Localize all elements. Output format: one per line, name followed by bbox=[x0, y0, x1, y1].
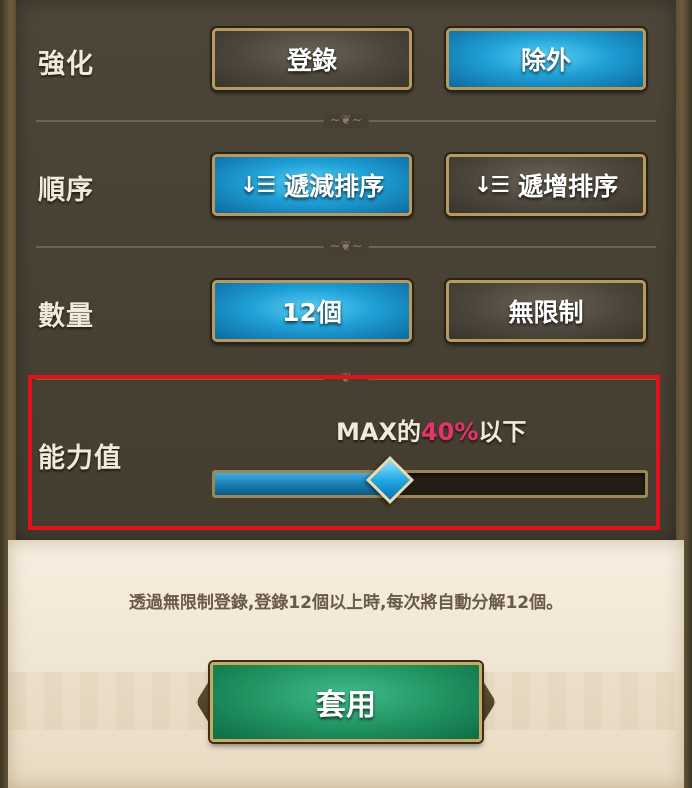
sort-ascending-button[interactable]: ↓☰ 遞增排序 bbox=[446, 154, 646, 216]
enhance-label: 強化 bbox=[38, 49, 94, 80]
divider: ~❦~ bbox=[36, 114, 656, 128]
enhance-exclude-button[interactable]: 除外 bbox=[446, 28, 646, 90]
filter-window: 強化 登錄 除外 ~❦~ 順序 ↓☰ 遞減排序 ↓☰ 遞增排序 ~❦~ 數量 1… bbox=[0, 0, 692, 788]
quantity-unlimited-label: 無限制 bbox=[508, 298, 584, 327]
apply-button-label: 套用 bbox=[316, 688, 376, 723]
sort-ascending-label: 遞增排序 bbox=[518, 172, 619, 201]
quantity-12-label: 12個 bbox=[282, 298, 342, 327]
order-label: 順序 bbox=[38, 175, 94, 206]
sort-descending-icon: ↓☰ bbox=[239, 172, 276, 198]
highlight-box bbox=[28, 375, 660, 530]
quantity-unlimited-button[interactable]: 無限制 bbox=[446, 280, 646, 342]
info-text: 透過無限制登錄,登錄12個以上時,每次將自動分解12個。 bbox=[128, 593, 564, 613]
sort-descending-button[interactable]: ↓☰ 遞減排序 bbox=[212, 154, 412, 216]
enhance-register-button[interactable]: 登錄 bbox=[212, 28, 412, 90]
divider: ~❦~ bbox=[36, 240, 656, 254]
sort-descending-label: 遞減排序 bbox=[284, 172, 385, 201]
quantity-label: 數量 bbox=[38, 301, 94, 332]
enhance-exclude-label: 除外 bbox=[520, 46, 571, 75]
apply-button[interactable]: 套用 bbox=[196, 658, 496, 746]
enhance-register-label: 登錄 bbox=[286, 46, 337, 75]
sort-ascending-icon: ↓☰ bbox=[473, 172, 510, 198]
quantity-12-button[interactable]: 12個 bbox=[212, 280, 412, 342]
